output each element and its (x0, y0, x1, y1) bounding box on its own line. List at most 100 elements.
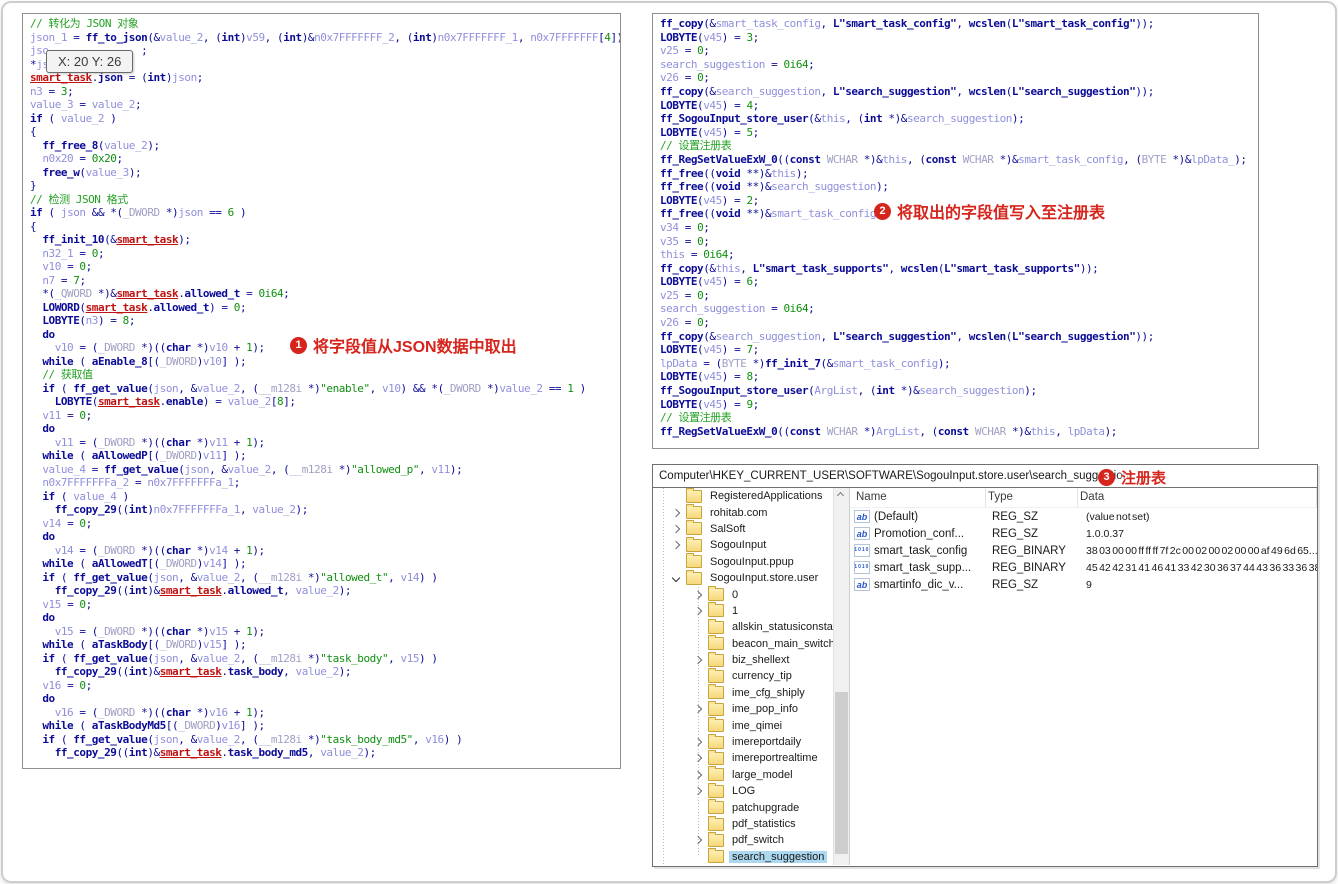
scroll-up-icon[interactable] (836, 491, 845, 500)
registry-value-row[interactable]: ab (Default) REG_SZ (value not set) (850, 508, 1317, 525)
chevron-right-icon[interactable] (693, 836, 703, 845)
expander-box[interactable] (669, 508, 683, 517)
tree-item-1[interactable]: 1 (653, 602, 849, 619)
code-token: n0x7FFFFFFFa_1 (153, 503, 241, 516)
tree-item-SalSoft[interactable]: SalSoft (653, 520, 849, 537)
code-token: aAllowedP (91, 449, 148, 462)
expander-box[interactable] (669, 541, 683, 550)
code-token: { (30, 125, 37, 138)
tree-item-beacon_main_switch[interactable]: beacon_main_switch (653, 635, 849, 652)
tree-item-SogouInput.ppup[interactable]: SogouInput.ppup (653, 553, 849, 570)
tree-item-LOG[interactable]: LOG (653, 782, 849, 799)
code-token: + (227, 341, 247, 354)
code-token: this (660, 248, 685, 262)
code-token: *) (190, 341, 210, 354)
code-token: ); (795, 166, 809, 180)
tree-item-pdf_switch[interactable]: pdf_switch (653, 831, 849, 848)
chevron-right-icon[interactable] (693, 655, 703, 665)
expander-box[interactable] (691, 590, 705, 599)
chevron-right-icon[interactable] (693, 590, 703, 599)
code-token: ); (363, 746, 376, 759)
chevron-right-icon[interactable] (671, 508, 681, 517)
registry-values-pane: Name Type Data ab (Default) REG_SZ (value n… (850, 488, 1317, 865)
tree-item-SogouInput[interactable]: SogouInput (653, 536, 849, 553)
tree-item-ime_cfg_shiply[interactable]: ime_cfg_shiply (653, 684, 849, 701)
code-token: BYTE (1141, 152, 1167, 166)
expander-box[interactable] (669, 524, 683, 534)
tree-item-currency_tip[interactable]: currency_tip (653, 667, 849, 684)
code-line: ff_copy_29((int)n0x7FFFFFFFa_1, value_2)… (30, 503, 620, 517)
expander-box[interactable] (691, 754, 705, 763)
tree-item-ime_pop_info[interactable]: ime_pop_info (653, 700, 849, 717)
chevron-right-icon[interactable] (693, 786, 703, 796)
expander-box[interactable] (691, 836, 705, 845)
chevron-right-icon[interactable] (693, 705, 703, 714)
chevron-right-icon[interactable] (671, 524, 681, 534)
expander-box[interactable] (691, 737, 705, 747)
column-header-data[interactable]: Data (1078, 488, 1317, 507)
column-header-name[interactable]: Name (850, 488, 986, 507)
chevron-right-icon[interactable] (693, 770, 703, 780)
code-token: WCHAR (974, 424, 1006, 438)
expander-box[interactable] (691, 705, 705, 714)
code-line: } (30, 179, 620, 193)
tree-item-allskin_statusiconstatis[interactable]: allskin_statusiconstatis (653, 618, 849, 635)
registry-value-row[interactable]: 01101001 smart_task_config REG_BINARY 38 03… (850, 542, 1317, 559)
folder-icon (708, 618, 724, 634)
tree-item-ime_qimei[interactable]: ime_qimei (653, 717, 849, 733)
tree-scrollbar[interactable] (833, 488, 849, 865)
code-token: const (789, 152, 821, 166)
code-token: v14 (54, 543, 74, 557)
tree-item-imereportdaily[interactable]: imereportdaily (653, 733, 849, 750)
registry-value-row[interactable]: ab Promotion_conf... REG_SZ 1.0.0.37 (850, 525, 1317, 542)
code-token: *) (857, 424, 877, 438)
code-token: lpData (660, 356, 698, 370)
tree-item-0[interactable]: 0 (653, 586, 849, 602)
tree-item-rohitab.com[interactable]: rohitab.com (653, 504, 849, 520)
code-token: while (42, 719, 74, 732)
expander-box[interactable] (691, 655, 705, 665)
code-token: ) (233, 206, 247, 219)
code-token: + (227, 543, 247, 557)
tree-item-biz_shellext[interactable]: biz_shellext (653, 651, 849, 668)
code-token: do (42, 530, 55, 543)
code-token: json (172, 71, 197, 84)
code-token: ); (338, 584, 352, 597)
chevron-right-icon[interactable] (693, 737, 703, 747)
chevron-right-icon[interactable] (693, 606, 703, 616)
tree-item-imereportrealtime[interactable]: imereportrealtime (653, 749, 849, 766)
registry-value-row[interactable]: ab smartinfo_dic_v... REG_SZ 9 (850, 576, 1317, 593)
code-token: = (128, 476, 148, 489)
folder-icon (686, 520, 702, 536)
expander-box[interactable] (691, 770, 705, 780)
expander-box[interactable] (669, 573, 683, 583)
column-header-type[interactable]: Type (986, 488, 1078, 507)
expander-box[interactable] (691, 606, 705, 616)
code-token: void (715, 180, 741, 194)
tree-item-label: pdf_switch (732, 834, 784, 847)
tree-item-large_model[interactable]: large_model (653, 766, 849, 783)
tree-item-SogouInput.store.user[interactable]: SogouInput.store.user (653, 569, 849, 586)
tree-item-RegisteredApplications[interactable]: RegisteredApplications (653, 488, 849, 504)
registry-value-row[interactable]: 01101001 smart_task_supp... REG_BINARY 45 4… (850, 559, 1317, 576)
code-token: value_2 (227, 395, 272, 408)
code-token: ; (703, 44, 710, 58)
code-token: int (128, 584, 148, 597)
tree-item-patchupgrade[interactable]: patchupgrade (653, 799, 849, 815)
code-line: this = 0i64; (660, 248, 1258, 262)
code-line: v11 = (_DWORD *)((char *)v11 + 1); (30, 436, 620, 450)
code-token: ); (252, 543, 265, 557)
code-token: free_w (42, 165, 80, 179)
scrollbar-thumb[interactable] (835, 691, 848, 854)
chevron-right-icon[interactable] (671, 541, 681, 550)
chevron-down-icon[interactable] (671, 573, 681, 583)
tree-item-search_suggestion[interactable]: search_suggestion (653, 848, 849, 865)
code-line: n32_1 = 0; (30, 247, 620, 261)
tree-item-pdf_statistics[interactable]: pdf_statistics (653, 815, 849, 832)
code-token: )& (147, 584, 160, 597)
registry-address-bar[interactable]: Computer\HKEY_CURRENT_USER\SOFTWARE\Sogo… (653, 465, 1317, 488)
expander-box[interactable] (691, 786, 705, 796)
code-token: v11 (42, 408, 61, 422)
chevron-right-icon[interactable] (693, 754, 703, 763)
